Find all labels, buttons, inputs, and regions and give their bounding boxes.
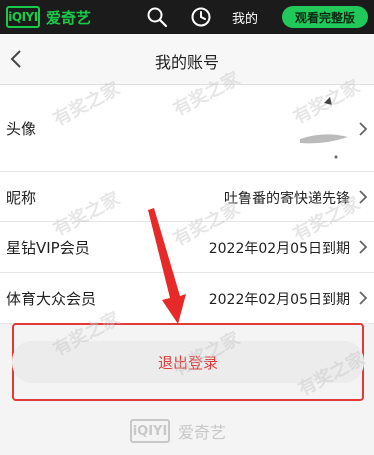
vip-expiry-value: 2022年02月05日到期 — [208, 241, 350, 257]
nickname-value: 吐鲁番的寄快递先锋 — [224, 191, 350, 207]
mine-link[interactable]: 我的 — [232, 8, 258, 27]
sports-expiry-value: 2022年02月05日到期 — [208, 292, 350, 308]
footer-logo-mark: iQIYI — [130, 419, 170, 443]
logout-button[interactable]: 退出登录 — [12, 341, 364, 383]
search-icon[interactable] — [146, 6, 168, 28]
iqiyi-logo[interactable]: iQIYI 爱奇艺 — [6, 5, 91, 29]
page-title: 我的账号 — [154, 53, 219, 72]
row-label: 昵称 — [6, 189, 37, 207]
chevron-right-icon — [359, 240, 368, 254]
top-app-bar: iQIYI 爱奇艺 我的 观看完整版 — [0, 0, 374, 34]
chevron-right-icon — [359, 122, 368, 136]
iqiyi-logo-mark: iQIYI — [6, 6, 40, 28]
chevron-right-icon — [359, 291, 368, 305]
row-vip-membership[interactable]: 星钻VIP会员 2022年02月05日到期 — [0, 222, 374, 273]
footer-logo: iQIYI 爱奇艺 — [130, 419, 226, 443]
row-label: 星钻VIP会员 — [6, 239, 90, 257]
avatar — [294, 95, 352, 165]
row-nickname[interactable]: 昵称 吐鲁番的寄快递先锋 — [0, 172, 374, 222]
row-label: 头像 — [6, 120, 37, 138]
iqiyi-logo-text: 爱奇艺 — [46, 8, 92, 27]
watch-full-version-button[interactable]: 观看完整版 — [282, 6, 368, 28]
chevron-right-icon — [359, 190, 368, 204]
row-sports-membership[interactable]: 体育大众会员 2022年02月05日到期 — [0, 273, 374, 324]
footer-logo-text: 爱奇艺 — [178, 423, 227, 442]
row-label: 体育大众会员 — [6, 290, 97, 308]
page-header: 我的账号 — [0, 34, 374, 85]
history-icon[interactable] — [190, 6, 212, 28]
row-avatar[interactable]: 头像 — [0, 85, 374, 172]
